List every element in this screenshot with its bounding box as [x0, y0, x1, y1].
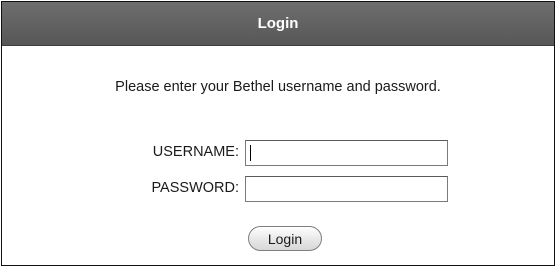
username-label: USERNAME:: [152, 144, 239, 160]
login-instructions: Please enter your Bethel username and pa…: [115, 79, 441, 95]
login-panel: Login Please enter your Bethel username …: [1, 1, 555, 266]
password-row: PASSWORD:: [2, 176, 556, 202]
password-field[interactable]: [245, 176, 448, 202]
username-row: USERNAME:: [2, 140, 556, 166]
login-title: Login: [257, 15, 299, 32]
login-button[interactable]: Login: [248, 226, 322, 251]
login-header: Login: [2, 2, 554, 46]
text-cursor: [250, 145, 251, 161]
password-label: PASSWORD:: [151, 180, 239, 196]
username-field[interactable]: [245, 140, 448, 166]
